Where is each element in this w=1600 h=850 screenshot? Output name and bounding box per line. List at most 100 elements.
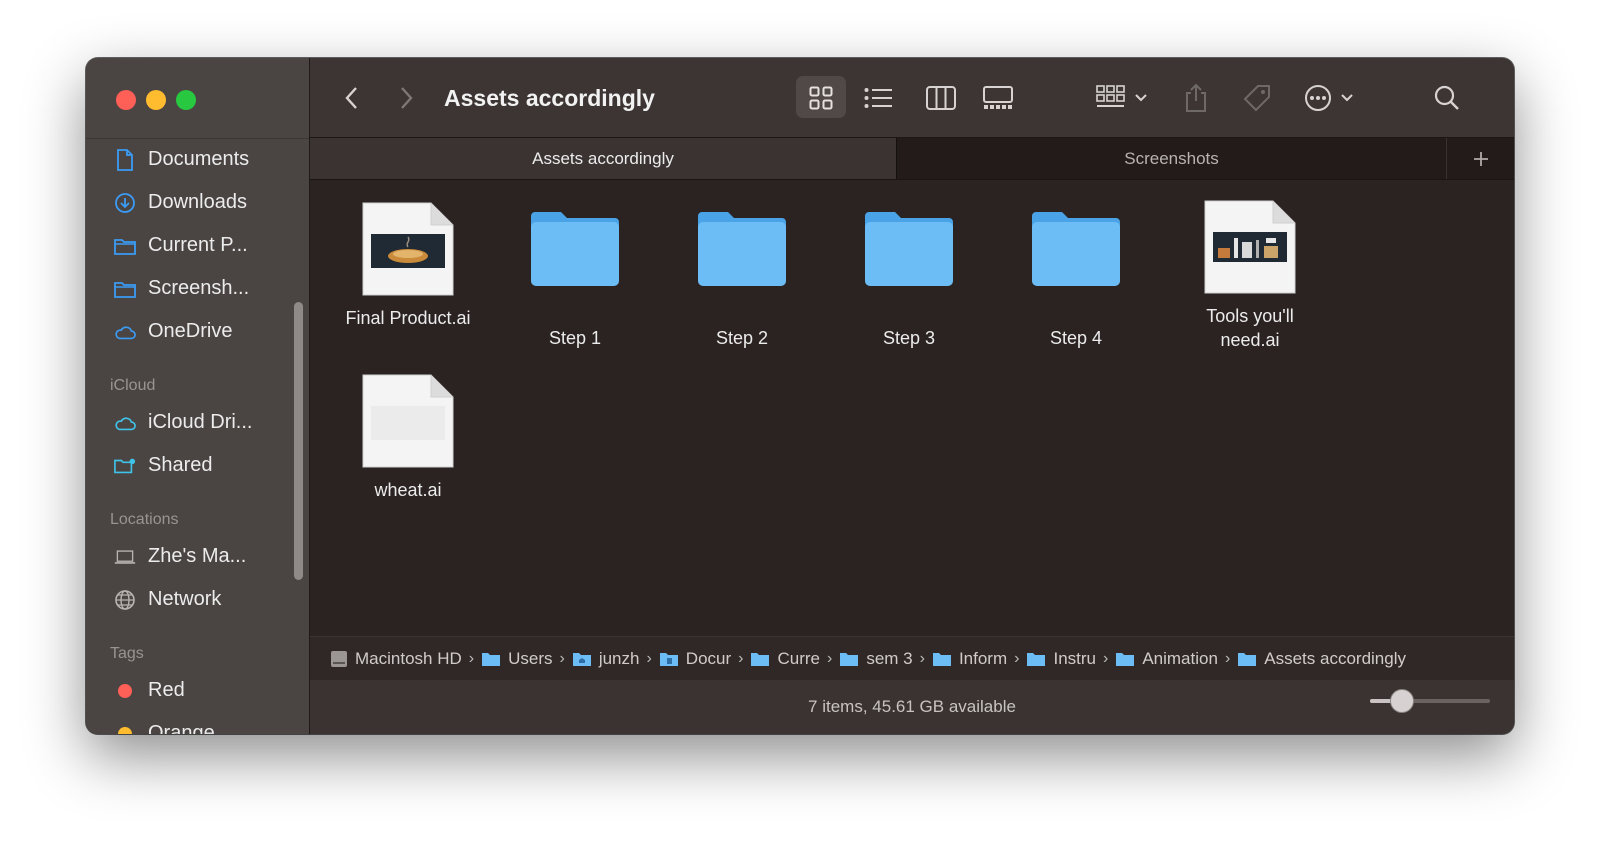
folder-name: Step 2 <box>715 328 769 348</box>
group-grid-icon <box>1096 85 1125 107</box>
hard-drive-icon <box>330 649 348 669</box>
path-crumb[interactable]: Macintosh HD › <box>330 649 481 669</box>
forward-button[interactable] <box>398 58 414 138</box>
folder-name: Step 4 <box>1049 328 1103 348</box>
sidebar-item-label: OneDrive <box>148 320 233 342</box>
path-crumb-label: Assets accordingly <box>1264 648 1406 668</box>
main-pane: Assets accordingly Assets accordingly Sc… <box>310 58 1514 734</box>
folder-item[interactable]: Step 1 <box>500 210 650 350</box>
path-crumb[interactable]: Docur › <box>659 649 751 669</box>
sidebar-item-current-projects[interactable]: Current P... <box>86 224 309 267</box>
sidebar-item-network[interactable]: Network <box>86 578 309 621</box>
tab-screenshots[interactable]: Screenshots <box>896 138 1446 179</box>
minimize-window-button[interactable] <box>146 90 166 110</box>
sidebar-item-label: Shared <box>148 454 213 476</box>
zoom-window-button[interactable] <box>176 90 196 110</box>
folder-icon <box>114 235 136 257</box>
close-window-button[interactable] <box>116 90 136 110</box>
globe-icon <box>114 589 136 611</box>
path-crumb-label: Macintosh HD <box>355 648 462 668</box>
finder-window: Documents Downloads Current P... Screens… <box>86 58 1514 734</box>
documents-folder-icon <box>659 651 679 667</box>
grid-icon <box>809 86 833 110</box>
ai-document-icon <box>362 374 454 468</box>
sidebar: Documents Downloads Current P... Screens… <box>86 58 310 734</box>
list-view-button[interactable] <box>864 58 892 138</box>
sidebar-item-label: Orange <box>148 722 215 734</box>
window-controls <box>116 90 196 110</box>
file-item[interactable]: wheat.ai <box>333 374 483 502</box>
new-tab-button[interactable] <box>1446 138 1514 179</box>
path-crumb-label: Curre <box>777 648 820 668</box>
gallery-icon <box>983 86 1013 109</box>
sidebar-item-label: Screensh... <box>148 277 250 299</box>
chevron-right-icon: › <box>468 649 475 667</box>
sidebar-item-tag-red[interactable]: Red <box>86 669 309 712</box>
folder-icon <box>1115 651 1135 667</box>
tag-button[interactable] <box>1242 58 1272 138</box>
chevron-right-icon: › <box>1103 649 1109 667</box>
tab-assets-accordingly[interactable]: Assets accordingly <box>310 138 896 179</box>
laptop-icon <box>114 546 136 568</box>
sidebar-scrollbar[interactable] <box>294 302 303 580</box>
icon-size-slider[interactable] <box>1370 689 1490 713</box>
folder-icon <box>481 651 501 667</box>
ai-document-icon <box>1204 200 1296 294</box>
column-view-button[interactable] <box>926 58 956 138</box>
cloud-icon <box>114 412 136 434</box>
path-crumb[interactable]: Curre › <box>750 649 839 669</box>
folder-icon <box>932 651 952 667</box>
path-crumb[interactable]: Instru › <box>1026 649 1115 669</box>
sidebar-list: Documents Downloads Current P... Screens… <box>86 138 309 734</box>
sidebar-heading-locations: Locations <box>110 511 179 528</box>
sidebar-heading-tags: Tags <box>110 645 144 662</box>
share-button[interactable] <box>1184 58 1208 138</box>
gallery-view-button[interactable] <box>983 58 1013 138</box>
folder-item[interactable]: Step 2 <box>667 210 817 350</box>
path-crumb-label: Instru <box>1053 648 1096 668</box>
sidebar-item-documents[interactable]: Documents <box>86 138 309 181</box>
folder-icon <box>1237 651 1257 667</box>
chevron-down-icon <box>1135 94 1147 102</box>
sidebar-item-label: Network <box>148 588 222 610</box>
path-crumb[interactable]: Animation › <box>1115 649 1237 669</box>
more-actions-button[interactable] <box>1304 58 1354 138</box>
path-crumb[interactable]: junzh › <box>572 649 659 669</box>
path-crumb[interactable]: Assets accordingly <box>1237 649 1406 669</box>
icon-view-button[interactable] <box>809 58 833 138</box>
file-item[interactable]: Final Product.ai <box>333 202 483 330</box>
folder-name: Step 3 <box>882 328 936 348</box>
sidebar-item-downloads[interactable]: Downloads <box>86 181 309 224</box>
folder-icon <box>696 210 788 304</box>
folder-icon <box>1026 651 1046 667</box>
sidebar-item-icloud-drive[interactable]: iCloud Dri... <box>86 401 309 444</box>
folder-icon <box>529 210 621 304</box>
folder-icon <box>750 651 770 667</box>
folder-icon <box>863 210 955 304</box>
sidebar-item-screenshots[interactable]: Screensh... <box>86 267 309 310</box>
columns-icon <box>926 86 956 110</box>
ai-document-icon <box>362 202 454 296</box>
path-crumb[interactable]: Inform › <box>932 649 1027 669</box>
sidebar-item-macbook[interactable]: Zhe's Ma... <box>86 535 309 578</box>
chevron-right-icon: › <box>646 649 652 667</box>
folder-icon <box>839 651 859 667</box>
chevron-left-icon <box>345 87 357 109</box>
sidebar-item-tag-orange[interactable]: Orange <box>86 712 309 734</box>
chevron-right-icon: › <box>559 649 565 667</box>
sidebar-item-onedrive[interactable]: OneDrive <box>86 310 309 353</box>
group-by-button[interactable] <box>1096 58 1148 138</box>
path-crumb[interactable]: sem 3 › <box>839 649 932 669</box>
path-crumb-label: junzh <box>598 648 640 668</box>
sidebar-item-shared[interactable]: Shared <box>86 444 309 487</box>
file-name: Tools you'll need.ai <box>1206 306 1294 350</box>
path-crumb[interactable]: Users › <box>481 649 572 669</box>
status-bar: 7 items, 45.61 GB available <box>310 680 1514 734</box>
back-button[interactable] <box>344 58 360 138</box>
file-item[interactable]: Tools you'll need.ai <box>1175 200 1325 352</box>
folder-item[interactable]: Step 4 <box>1001 210 1151 350</box>
search-icon <box>1434 85 1459 110</box>
search-button[interactable] <box>1434 58 1460 138</box>
folder-item[interactable]: Step 3 <box>834 210 984 350</box>
path-crumb-label: Docur <box>685 648 732 668</box>
